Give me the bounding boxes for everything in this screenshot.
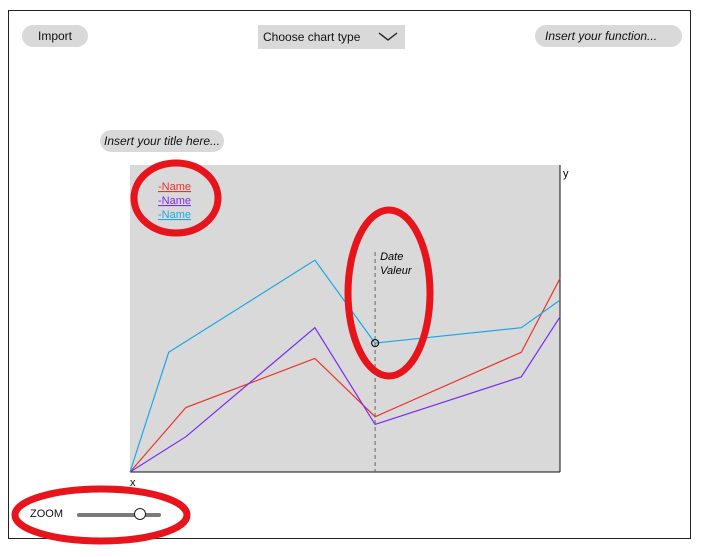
zoom-slider-handle[interactable] — [134, 508, 146, 520]
tooltip-date: Date — [380, 251, 403, 263]
zoom-label: ZOOM — [30, 508, 63, 520]
chart-canvas: x y Date Valeur -Name -Name -Name — [11, 159, 569, 545]
zoom-slider[interactable] — [77, 513, 161, 517]
y-axis-label: y — [563, 168, 569, 180]
legend-item[interactable]: -Name — [158, 195, 191, 207]
legend-item[interactable]: -Name — [158, 209, 191, 221]
legend: -Name -Name -Name — [158, 181, 191, 221]
legend-item[interactable]: -Name — [158, 181, 191, 193]
tooltip-value: Valeur — [380, 265, 413, 277]
plot-area[interactable] — [130, 165, 560, 472]
